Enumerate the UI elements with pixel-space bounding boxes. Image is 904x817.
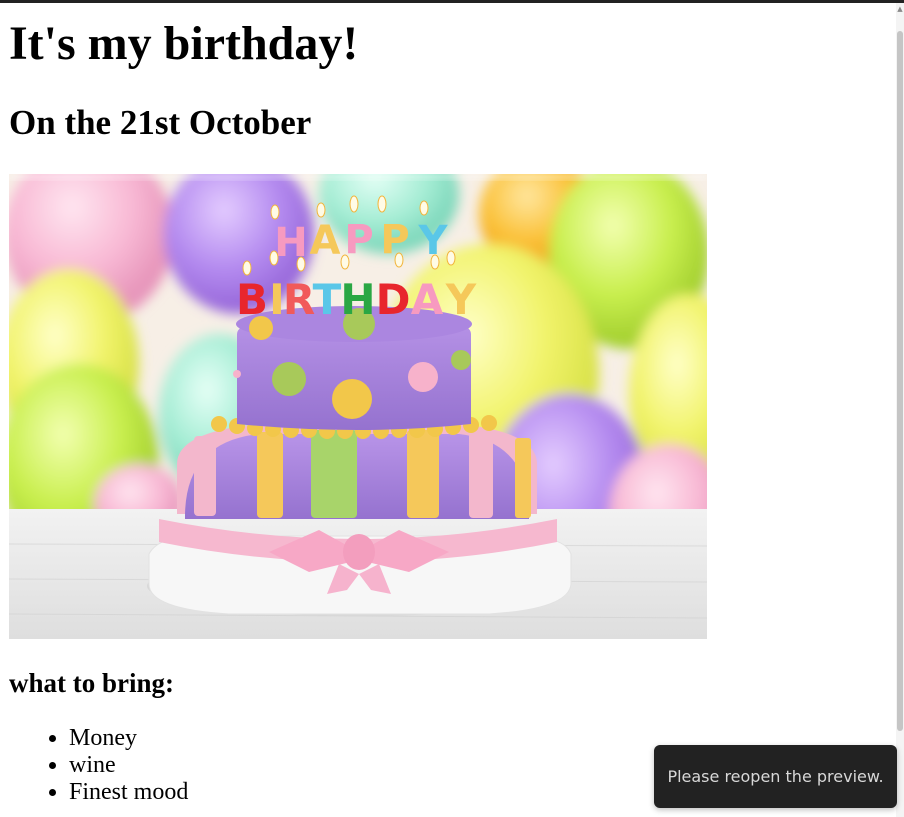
toast-message: Please reopen the preview. — [667, 767, 884, 786]
svg-text:R: R — [283, 275, 315, 324]
svg-text:A: A — [310, 218, 341, 264]
scrollbar-thumb[interactable] — [897, 31, 903, 731]
svg-text:P: P — [344, 217, 373, 263]
svg-text:P: P — [380, 217, 409, 263]
svg-text:Y: Y — [445, 275, 477, 324]
scroll-up-arrow-icon[interactable]: ▲ — [897, 6, 903, 13]
svg-text:H: H — [340, 275, 375, 324]
page-subtitle: On the 21st October — [9, 103, 312, 142]
svg-text:T: T — [313, 275, 342, 324]
svg-text:B: B — [236, 275, 268, 324]
bring-list: Money wine Finest mood — [9, 725, 188, 806]
birthday-cake-image: H A P P Y B I R T H D A Y — [9, 174, 707, 639]
bring-heading: what to bring: — [9, 668, 175, 698]
list-item: Finest mood — [69, 779, 188, 806]
window-top-bar — [0, 0, 904, 3]
reopen-preview-toast[interactable]: Please reopen the preview. — [654, 745, 897, 808]
svg-text:D: D — [376, 275, 411, 324]
svg-text:A: A — [411, 275, 444, 324]
list-item: wine — [69, 752, 188, 779]
list-item: Money — [69, 725, 188, 752]
page-title: It's my birthday! — [9, 17, 359, 70]
vertical-scrollbar[interactable]: ▲ — [896, 3, 904, 817]
